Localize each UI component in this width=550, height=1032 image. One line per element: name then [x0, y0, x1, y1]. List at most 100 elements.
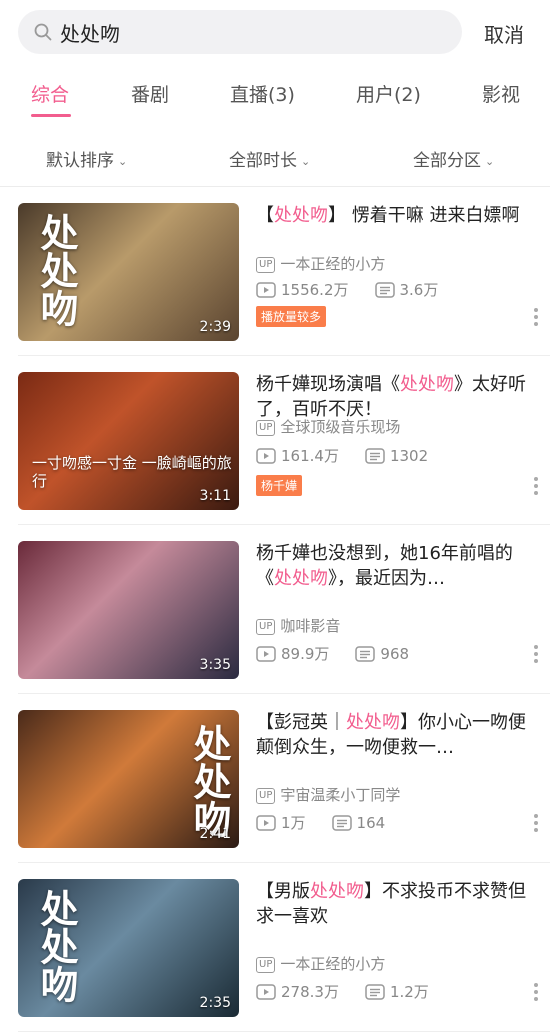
- result-item[interactable]: 一寸吻感一寸金 一臉崎嶇的旅行 3:11 杨千嬅现场演唱《处处吻》太好听了，百听不厌…: [0, 356, 550, 525]
- video-thumbnail[interactable]: 处处吻 2:35: [18, 879, 239, 1017]
- uploader[interactable]: UP 咖啡影音: [256, 615, 340, 636]
- title-highlight: 处处吻: [310, 881, 364, 902]
- video-title[interactable]: 杨千嬅现场演唱《处处吻》太好听了，百听不厌！: [256, 372, 530, 422]
- more-icon[interactable]: [534, 308, 538, 326]
- play-count-icon: [256, 983, 276, 1000]
- play-count-icon: [256, 814, 276, 831]
- danmaku-icon: [365, 983, 385, 1000]
- title-highlight: 处处吻: [274, 205, 328, 226]
- uploader[interactable]: UP 一本正经的小方: [256, 953, 385, 974]
- result-item[interactable]: 处处吻 2:35 【男版处处吻】不求投币不求赞但求一喜欢 UP 一本正经的小方 278.3…: [0, 863, 550, 1032]
- video-duration: 2:35: [199, 995, 231, 1011]
- play-count-icon: [256, 281, 276, 298]
- danmaku-count: 968: [355, 645, 409, 663]
- chevron-down-icon: ⌄: [118, 154, 128, 168]
- play-count: 1万: [256, 812, 306, 833]
- video-stats: 161.4万 1302: [256, 445, 428, 468]
- more-icon[interactable]: [534, 645, 538, 663]
- danmaku-count: 3.6万: [374, 279, 439, 300]
- video-title[interactable]: 【彭冠英｜处处吻】你小心一吻便颠倒众生，一吻便救一…: [256, 710, 530, 760]
- video-thumbnail[interactable]: 处处吻 2:41: [18, 710, 239, 848]
- play-count-value: 89.9万: [281, 645, 330, 663]
- tab-bangumi[interactable]: 番剧: [131, 80, 169, 107]
- tab-bar: 综合 番剧 直播(3) 用户(2) 影视: [0, 80, 550, 120]
- thumbnail-caption: 处处吻: [34, 213, 79, 327]
- video-stats: 278.3万 1.2万: [256, 981, 429, 1004]
- video-thumbnail[interactable]: 一寸吻感一寸金 一臉崎嶇的旅行 3:11: [18, 372, 239, 510]
- danmaku-icon: [365, 447, 385, 464]
- search-input[interactable]: 处处吻: [60, 18, 120, 47]
- title-highlight: 处处吻: [274, 568, 328, 589]
- up-badge: UP: [256, 956, 276, 973]
- filter-sort-label: 默认排序: [46, 151, 114, 171]
- video-title[interactable]: 【处处吻】 愣着干嘛 进来白嫖啊: [256, 203, 530, 228]
- tab-users[interactable]: 用户(2): [356, 80, 421, 107]
- thumbnail-caption: 处处吻: [34, 889, 79, 1003]
- play-count-value: 1556.2万: [281, 281, 349, 299]
- danmaku-icon: [374, 281, 395, 298]
- video-stats: 1556.2万 3.6万: [256, 279, 438, 302]
- cancel-button[interactable]: 取消: [484, 19, 524, 48]
- chevron-down-icon: ⌄: [485, 154, 495, 168]
- play-count-value: 278.3万: [281, 983, 339, 1001]
- uploader-name: 一本正经的小方: [280, 255, 386, 273]
- play-count: 1556.2万: [256, 279, 349, 300]
- danmaku-icon: [331, 814, 352, 831]
- tab-all[interactable]: 综合: [31, 80, 69, 107]
- tab-active-indicator: [31, 114, 71, 117]
- video-duration: 2:39: [199, 319, 231, 335]
- danmaku-count-value: 164: [356, 813, 386, 832]
- more-icon[interactable]: [534, 477, 538, 495]
- play-count-value: 161.4万: [281, 447, 339, 465]
- filter-category[interactable]: 全部分区 ⌄: [413, 146, 494, 171]
- title-text: 杨千嬅现场演唱《: [256, 374, 400, 395]
- uploader-name: 一本正经的小方: [280, 955, 386, 973]
- filter-duration[interactable]: 全部时长 ⌄: [229, 146, 310, 171]
- play-count-icon: [256, 447, 276, 464]
- danmaku-count-value: 968: [380, 644, 410, 663]
- video-title[interactable]: 杨千嬅也没想到，她16年前唱的《处处吻》，最近因为…: [256, 541, 530, 591]
- uploader-name: 宇宙温柔小丁同学: [280, 786, 401, 804]
- play-count-value: 1万: [281, 814, 306, 832]
- video-thumbnail[interactable]: 3:35: [18, 541, 239, 679]
- chevron-down-icon: ⌄: [301, 154, 311, 168]
- filter-duration-label: 全部时长: [229, 151, 297, 171]
- danmaku-icon: [355, 645, 376, 662]
- filter-sort[interactable]: 默认排序 ⌄: [46, 146, 127, 171]
- danmaku-count: 1.2万: [365, 981, 429, 1002]
- up-badge: UP: [256, 787, 276, 804]
- tab-live[interactable]: 直播(3): [230, 80, 295, 107]
- uploader[interactable]: UP 一本正经的小方: [256, 253, 385, 274]
- result-item[interactable]: 3:35 杨千嬅也没想到，她16年前唱的《处处吻》，最近因为… UP 咖啡影音 89.9…: [0, 525, 550, 694]
- result-item[interactable]: 处处吻 2:41 【彭冠英｜处处吻】你小心一吻便颠倒众生，一吻便救一… UP 宇宙温柔小…: [0, 694, 550, 863]
- play-count: 89.9万: [256, 643, 329, 664]
- uploader-name: 咖啡影音: [280, 617, 341, 635]
- video-tag: 播放量较多: [256, 306, 327, 327]
- video-stats: 89.9万 968: [256, 643, 409, 666]
- danmaku-count-value: 3.6万: [399, 281, 439, 299]
- title-text: 】 愣着干嘛 进来白嫖啊: [328, 205, 520, 226]
- more-icon[interactable]: [534, 814, 538, 832]
- danmaku-count-value: 1.2万: [389, 983, 429, 1001]
- up-badge: UP: [256, 618, 276, 635]
- video-duration: 3:35: [199, 657, 231, 673]
- play-count-icon: [256, 645, 276, 662]
- danmaku-count: 1302: [365, 447, 428, 465]
- uploader[interactable]: UP 宇宙温柔小丁同学: [256, 784, 400, 805]
- thumbnail-caption: 处处吻: [187, 724, 232, 838]
- up-badge: UP: [256, 419, 276, 436]
- filter-category-label: 全部分区: [413, 151, 481, 171]
- tab-film[interactable]: 影视: [482, 80, 520, 107]
- up-badge: UP: [256, 256, 276, 273]
- video-stats: 1万 164: [256, 812, 385, 835]
- uploader[interactable]: UP 全球顶级音乐现场: [256, 416, 400, 437]
- result-item[interactable]: 处处吻 2:39 【处处吻】 愣着干嘛 进来白嫖啊 UP 一本正经的小方 1556.2万 3…: [0, 187, 550, 356]
- more-icon[interactable]: [534, 983, 538, 1001]
- thumbnail-caption: 一寸吻感一寸金 一臉崎嶇的旅行: [32, 454, 232, 490]
- video-title[interactable]: 【男版处处吻】不求投币不求赞但求一喜欢: [256, 879, 530, 929]
- search-bar[interactable]: 处处吻: [18, 10, 462, 54]
- video-tag: 杨千嬅: [256, 475, 303, 496]
- uploader-name: 全球顶级音乐现场: [280, 418, 401, 436]
- play-count: 278.3万: [256, 981, 339, 1002]
- video-thumbnail[interactable]: 处处吻 2:39: [18, 203, 239, 341]
